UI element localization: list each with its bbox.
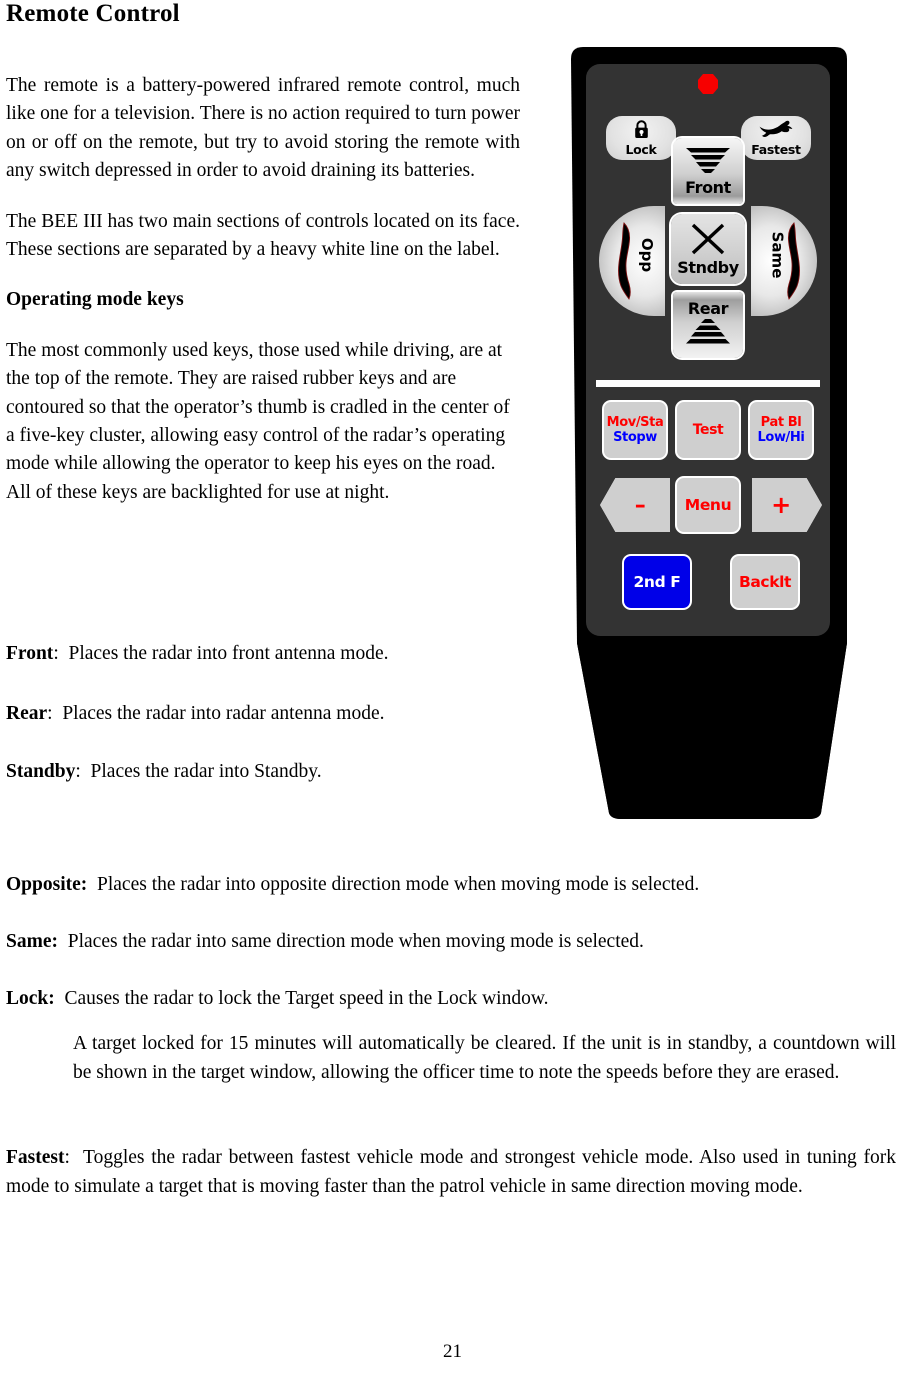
definition-separator: : <box>53 643 59 664</box>
key-backlight[interactable]: Backlt <box>732 556 798 608</box>
key-test[interactable]: Test <box>677 402 739 458</box>
remote-control-illustration: Lock Fastest Front Stndby Rear Opp Same … <box>563 43 853 819</box>
definition-opposite: Opposite: Places the radar into opposite… <box>6 871 896 900</box>
key-moving-stationary[interactable]: Mov/Sta Stopw <box>604 402 666 458</box>
key-rear-label: Rear <box>687 299 729 318</box>
left-text-column: The remote is a battery-powered infrared… <box>6 72 520 529</box>
definition-term: Same: <box>6 931 58 952</box>
key-lock-label: Lock <box>625 142 657 157</box>
rear-antenna-beam-icon <box>684 318 732 350</box>
key-standby[interactable]: Stndby <box>671 214 745 284</box>
key-plus[interactable]: + <box>752 478 822 532</box>
section-divider-line <box>596 380 820 387</box>
key-patrol-blank[interactable]: Pat Bl Low/Hi <box>750 402 812 458</box>
definition-separator: : <box>75 761 81 782</box>
key-moving-stationary-label-secondary: Stopw <box>613 430 657 445</box>
key-same-label: Same <box>768 231 787 279</box>
key-second-function[interactable]: 2nd F <box>624 556 690 608</box>
definition-term: Rear <box>6 703 48 724</box>
definition-term: Standby <box>6 761 76 782</box>
definition-term: Opposite: <box>6 874 88 895</box>
key-lock[interactable]: Lock <box>606 116 676 160</box>
definition-description: Causes the radar to lock the Target spee… <box>64 988 549 1009</box>
definition-front: Front: Places the radar into front anten… <box>6 640 526 668</box>
definition-description: Places the radar into Standby. <box>90 761 322 782</box>
key-menu-label: Menu <box>684 495 732 514</box>
definition-separator: : <box>64 1147 70 1168</box>
key-rear[interactable]: Rear <box>673 292 743 358</box>
ir-led-indicator <box>698 74 718 94</box>
remote-face-panel: Lock Fastest Front Stndby Rear Opp Same … <box>586 64 830 636</box>
key-menu[interactable]: Menu <box>677 478 739 532</box>
page-number: 21 <box>443 1341 462 1362</box>
definition-same: Same: Places the radar into same directi… <box>6 928 896 957</box>
key-plus-label: + <box>771 491 791 519</box>
definition-standby: Standby: Places the radar into Standby. <box>6 758 526 786</box>
key-patrol-blank-label-secondary: Low/Hi <box>757 430 805 445</box>
key-opposite-label: Opp <box>637 237 656 273</box>
definition-description: Places the radar into opposite direction… <box>97 874 700 895</box>
sections-paragraph: The BEE III has two main sections of con… <box>6 210 520 261</box>
key-second-function-label: 2nd F <box>633 572 681 591</box>
operating-mode-heading: Operating mode keys <box>6 289 184 311</box>
key-minus[interactable]: – <box>600 478 670 532</box>
opposite-direction-icon <box>613 222 637 304</box>
definition-lock: Lock: Causes the radar to lock the Targe… <box>6 985 896 1014</box>
definition-description: Places the radar into same direction mod… <box>67 931 644 952</box>
definition-description: Places the radar into front antenna mode… <box>68 643 389 664</box>
operating-mode-paragraph: The most commonly used keys, those used … <box>6 339 510 503</box>
key-backlight-label: Backlt <box>738 572 792 591</box>
definition-rear: Rear: Places the radar into radar antenn… <box>6 700 526 728</box>
definition-description: Toggles the radar between fastest vehicl… <box>6 1147 896 1197</box>
key-patrol-blank-label-primary: Pat Bl <box>760 415 802 430</box>
intro-paragraph: The remote is a battery-powered infrared… <box>6 75 520 182</box>
page-title: Remote Control <box>6 0 180 27</box>
key-test-label: Test <box>692 422 724 438</box>
definition-term: Front <box>6 643 54 664</box>
definition-separator: : <box>47 703 53 724</box>
key-moving-stationary-label-primary: Mov/Sta <box>606 415 664 430</box>
rabbit-icon <box>758 120 794 143</box>
key-front-label: Front <box>685 178 731 197</box>
key-fastest-label: Fastest <box>751 142 801 157</box>
key-standby-label: Stndby <box>677 257 739 277</box>
key-fastest[interactable]: Fastest <box>741 116 811 160</box>
definition-term: Lock: <box>6 988 55 1009</box>
front-antenna-beam-icon <box>684 146 732 178</box>
definition-fastest: Fastest: Toggles the radar between faste… <box>6 1144 896 1201</box>
key-front[interactable]: Front <box>673 138 743 204</box>
key-same[interactable]: Same <box>751 206 817 316</box>
definition-term: Fastest <box>6 1147 65 1168</box>
x-icon <box>690 223 726 259</box>
key-minus-label: – <box>634 492 646 518</box>
padlock-icon <box>633 120 650 143</box>
lock-note-paragraph: A target locked for 15 minutes will auto… <box>73 1033 896 1083</box>
key-opposite[interactable]: Opp <box>599 206 665 316</box>
definition-description: Places the radar into radar antenna mode… <box>62 703 385 724</box>
